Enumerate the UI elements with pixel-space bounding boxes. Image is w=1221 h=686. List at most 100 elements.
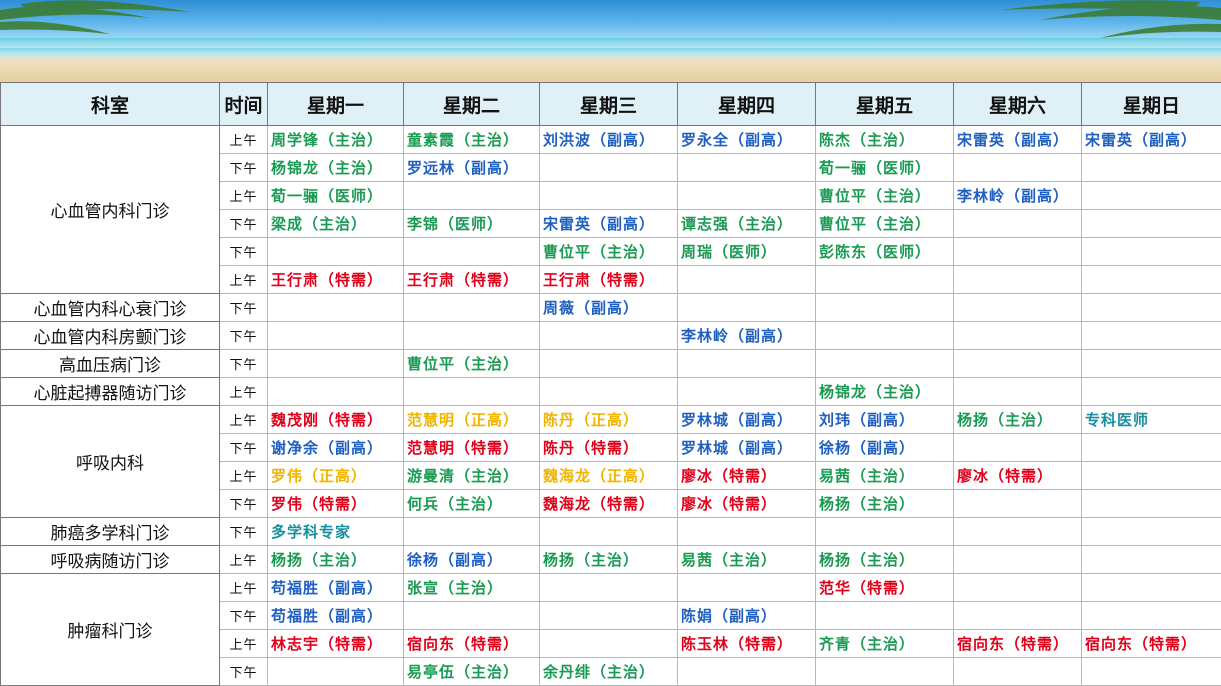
table-row: 肿瘤科门诊 上午 苟福胜（副高） 张宣（主治） 范华（特需） bbox=[0, 573, 1221, 686]
doctor-cell: 曹位平（主治） bbox=[815, 209, 954, 238]
doctor-cell bbox=[953, 349, 1082, 378]
doctor-cell: 多学科专家 bbox=[267, 517, 404, 546]
doctor-cell bbox=[1081, 517, 1221, 546]
header-wednesday: 星期三 bbox=[539, 82, 678, 126]
doctor-cell bbox=[539, 153, 678, 182]
doctor-cell: 魏海龙（正高） bbox=[539, 461, 678, 490]
schedule-body: 心血管内科门诊 上午 周学锋（主治） 童素霞（主治） 刘洪波（副高） 罗永全（副高） 陈杰（… bbox=[0, 125, 1221, 686]
time-cell: 上午 bbox=[219, 629, 268, 658]
doctor-cell: 周薇（副高） bbox=[539, 293, 678, 322]
doctor-cell bbox=[953, 265, 1082, 294]
palm-leaves-decoration bbox=[0, 0, 1221, 38]
doctor-cell bbox=[539, 181, 678, 210]
doctor-cell: 游曼清（主治） bbox=[403, 461, 540, 490]
time-cell: 上午 bbox=[219, 125, 268, 154]
header-friday: 星期五 bbox=[815, 82, 954, 126]
doctor-cell bbox=[1081, 237, 1221, 266]
doctor-cell bbox=[1081, 377, 1221, 406]
doctor-cell: 陈丹（特需） bbox=[539, 433, 678, 462]
time-cell: 下午 bbox=[219, 489, 268, 518]
doctor-cell: 罗伟（特需） bbox=[267, 489, 404, 518]
doctor-cell bbox=[539, 629, 678, 658]
doctor-cell: 杨扬（主治） bbox=[953, 405, 1082, 434]
doctor-cell: 宿向东（特需） bbox=[1081, 629, 1221, 658]
time-cell: 上午 bbox=[219, 545, 268, 574]
doctor-cell bbox=[1081, 489, 1221, 518]
time-cell: 下午 bbox=[219, 657, 268, 686]
doctor-cell bbox=[403, 321, 540, 350]
dept-cell: 呼吸内科 bbox=[0, 405, 220, 518]
doctor-cell: 廖冰（特需） bbox=[677, 489, 816, 518]
doctor-cell bbox=[953, 601, 1082, 630]
doctor-cell bbox=[1081, 321, 1221, 350]
time-cell: 下午 bbox=[219, 517, 268, 546]
doctor-cell bbox=[677, 293, 816, 322]
doctor-cell bbox=[267, 293, 404, 322]
doctor-cell bbox=[1081, 293, 1221, 322]
doctor-cell bbox=[815, 321, 954, 350]
doctor-cell: 陈娟（副高） bbox=[677, 601, 816, 630]
doctor-cell bbox=[403, 601, 540, 630]
time-cell: 下午 bbox=[219, 349, 268, 378]
time-cell: 下午 bbox=[219, 237, 268, 266]
doctor-cell bbox=[815, 265, 954, 294]
time-cell: 上午 bbox=[219, 573, 268, 602]
dept-cell: 心脏起搏器随访门诊 bbox=[0, 377, 220, 406]
doctor-cell: 罗林城（副高） bbox=[677, 405, 816, 434]
doctor-cell: 魏海龙（特需） bbox=[539, 489, 678, 518]
doctor-cell: 罗永全（副高） bbox=[677, 125, 816, 154]
doctor-cell bbox=[677, 181, 816, 210]
doctor-cell: 徐杨（副高） bbox=[815, 433, 954, 462]
doctor-cell bbox=[1081, 209, 1221, 238]
doctor-cell bbox=[267, 377, 404, 406]
doctor-cell bbox=[677, 377, 816, 406]
doctor-cell: 周瑞（医师） bbox=[677, 237, 816, 266]
doctor-cell bbox=[953, 321, 1082, 350]
doctor-cell bbox=[815, 293, 954, 322]
doctor-cell bbox=[677, 573, 816, 602]
doctor-cell: 徐杨（副高） bbox=[403, 545, 540, 574]
doctor-cell: 周学锋（主治） bbox=[267, 125, 404, 154]
doctor-cell: 范华（特需） bbox=[815, 573, 954, 602]
doctor-cell: 李林岭（副高） bbox=[953, 181, 1082, 210]
doctor-cell: 王行肃（特需） bbox=[267, 265, 404, 294]
doctor-cell: 宋雷英（副高） bbox=[953, 125, 1082, 154]
header-monday: 星期一 bbox=[267, 82, 404, 126]
doctor-cell: 余丹绯（主治） bbox=[539, 657, 678, 686]
doctor-cell: 何兵（主治） bbox=[403, 489, 540, 518]
doctor-cell bbox=[1081, 433, 1221, 462]
doctor-cell: 宋雷英（副高） bbox=[1081, 125, 1221, 154]
header-sunday: 星期日 bbox=[1081, 82, 1221, 126]
table-row: 肺癌多学科门诊 下午 多学科专家 bbox=[0, 517, 1221, 546]
header-row: 科室 时间 星期一 星期二 星期三 星期四 星期五 星期六 星期日 bbox=[0, 82, 1221, 126]
doctor-cell: 罗远林（副高） bbox=[403, 153, 540, 182]
doctor-cell bbox=[815, 657, 954, 686]
doctor-cell bbox=[539, 321, 678, 350]
doctor-cell: 陈杰（主治） bbox=[815, 125, 954, 154]
doctor-cell bbox=[815, 601, 954, 630]
doctor-cell: 杨扬（主治） bbox=[267, 545, 404, 574]
doctor-cell bbox=[1081, 657, 1221, 686]
doctor-cell: 齐青（主治） bbox=[815, 629, 954, 658]
table-row: 呼吸病随访门诊 上午 杨扬（主治） 徐杨（副高） 杨扬（主治） 易茜（主治） 杨扬（主治） bbox=[0, 545, 1221, 574]
header-thursday: 星期四 bbox=[677, 82, 816, 126]
doctor-cell bbox=[1081, 461, 1221, 490]
doctor-cell: 童素霞（主治） bbox=[403, 125, 540, 154]
doctor-cell bbox=[403, 293, 540, 322]
doctor-cell: 谭志强（主治） bbox=[677, 209, 816, 238]
doctor-cell: 范慧明（特需） bbox=[403, 433, 540, 462]
doctor-cell: 曹位平（主治） bbox=[539, 237, 678, 266]
time-cell: 下午 bbox=[219, 321, 268, 350]
header-saturday: 星期六 bbox=[953, 82, 1082, 126]
time-cell: 上午 bbox=[219, 181, 268, 210]
doctor-cell bbox=[539, 573, 678, 602]
doctor-cell: 范慧明（正高） bbox=[403, 405, 540, 434]
time-cell: 下午 bbox=[219, 153, 268, 182]
doctor-cell: 廖冰（特需） bbox=[953, 461, 1082, 490]
doctor-cell bbox=[953, 517, 1082, 546]
time-cell: 下午 bbox=[219, 209, 268, 238]
doctor-cell: 陈玉林（特需） bbox=[677, 629, 816, 658]
dept-cell: 心血管内科门诊 bbox=[0, 125, 220, 294]
table-row: 高血压病门诊 下午 曹位平（主治） bbox=[0, 349, 1221, 378]
doctor-cell bbox=[267, 349, 404, 378]
